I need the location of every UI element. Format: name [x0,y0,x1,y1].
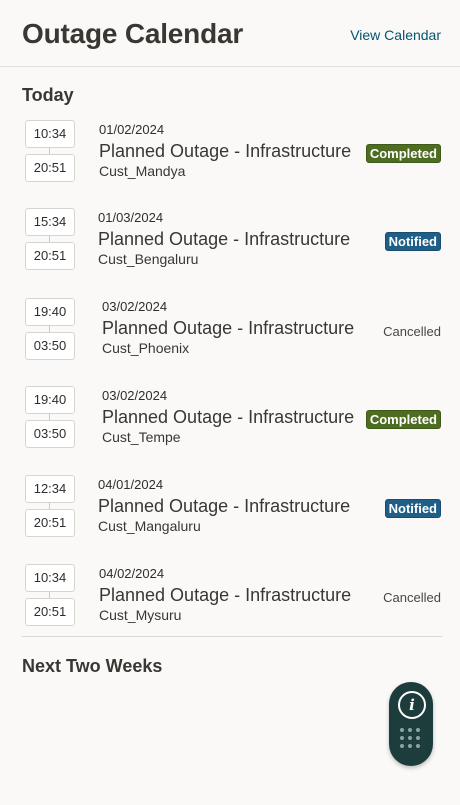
section-divider [22,636,442,637]
page-title: Outage Calendar [22,18,244,49]
section-title-today: Today [22,85,74,105]
outage-info: 03/02/2024 Planned Outage - Infrastructu… [102,299,358,357]
outage-date: 01/02/2024 [99,122,165,137]
end-time: 03:50 [25,332,75,360]
view-calendar-link[interactable]: View Calendar [350,27,441,43]
time-range: 19:40 03:50 [25,386,75,468]
time-connector [49,591,50,598]
time-connector [49,502,50,509]
outage-customer: Cust_Mysuru [99,607,182,623]
outage-title: Planned Outage - Infrastructure [99,141,352,161]
time-connector [49,235,50,242]
outage-customer: Cust_Mandya [99,163,186,179]
status-label: Cancelled [383,324,441,339]
start-time: 10:34 [25,120,75,148]
end-time: 20:51 [25,509,75,537]
time-connector [49,413,50,420]
start-time: 15:34 [25,208,75,236]
outage-info: 01/03/2024 Planned Outage - Infrastructu… [98,210,378,268]
outage-title: Planned Outage - Infrastructure [102,407,355,427]
time-connector [49,147,50,154]
status-badge: Completed [365,410,441,429]
start-time: 12:34 [25,475,75,503]
section-title-next-two-weeks: Next Two Weeks [22,656,163,676]
time-range: 12:34 20:51 [25,475,75,557]
outage-date: 03/02/2024 [102,388,168,403]
outage-date: 04/02/2024 [99,566,165,581]
outage-info: 04/02/2024 Planned Outage - Infrastructu… [99,566,379,624]
outage-calendar-panel: Outage Calendar View Calendar Today 10:3… [0,0,460,805]
start-time: 10:34 [25,564,75,592]
outage-title: Planned Outage - Infrastructure [102,318,355,338]
outage-info: 03/02/2024 Planned Outage - Infrastructu… [102,388,358,446]
outage-row[interactable]: 19:40 03:50 03/02/2024 Planned Outage - … [0,298,460,386]
end-time: 20:51 [25,154,75,182]
grid-icon[interactable] [400,728,424,754]
outage-customer: Cust_Tempe [102,429,181,445]
outage-customer: Cust_Bengaluru [98,251,199,267]
outage-title: Planned Outage - Infrastructure [98,229,351,249]
status-label: Cancelled [383,590,441,605]
floating-action-pill[interactable]: i [389,682,433,766]
header: Outage Calendar View Calendar [0,0,460,67]
outage-date: 01/03/2024 [98,210,164,225]
end-time: 03:50 [25,420,75,448]
time-range: 19:40 03:50 [25,298,75,380]
start-time: 19:40 [25,386,75,414]
end-time: 20:51 [25,242,75,270]
outage-info: 01/02/2024 Planned Outage - Infrastructu… [99,122,359,180]
info-icon[interactable]: i [398,691,426,719]
outage-row[interactable]: 15:34 20:51 01/03/2024 Planned Outage - … [0,208,460,296]
outage-row[interactable]: 10:34 20:51 01/02/2024 Planned Outage - … [0,120,460,208]
status-badge: Completed [365,144,441,163]
outage-date: 03/02/2024 [102,299,168,314]
outage-customer: Cust_Phoenix [102,340,190,356]
outage-row[interactable]: 10:34 20:51 04/02/2024 Planned Outage - … [0,564,460,652]
outage-customer: Cust_Mangaluru [98,518,201,534]
status-badge: Notified [384,499,441,518]
outage-row[interactable]: 19:40 03:50 03/02/2024 Planned Outage - … [0,386,460,474]
status-badge: Notified [384,232,441,251]
time-range: 15:34 20:51 [25,208,75,290]
outage-title: Planned Outage - Infrastructure [99,585,352,605]
time-range: 10:34 20:51 [25,120,75,202]
outage-row[interactable]: 12:34 20:51 04/01/2024 Planned Outage - … [0,475,460,563]
end-time: 20:51 [25,598,75,626]
time-connector [49,325,50,332]
time-range: 10:34 20:51 [25,564,75,646]
outage-title: Planned Outage - Infrastructure [98,496,351,516]
outage-date: 04/01/2024 [98,477,164,492]
start-time: 19:40 [25,298,75,326]
outage-info: 04/01/2024 Planned Outage - Infrastructu… [98,477,378,535]
